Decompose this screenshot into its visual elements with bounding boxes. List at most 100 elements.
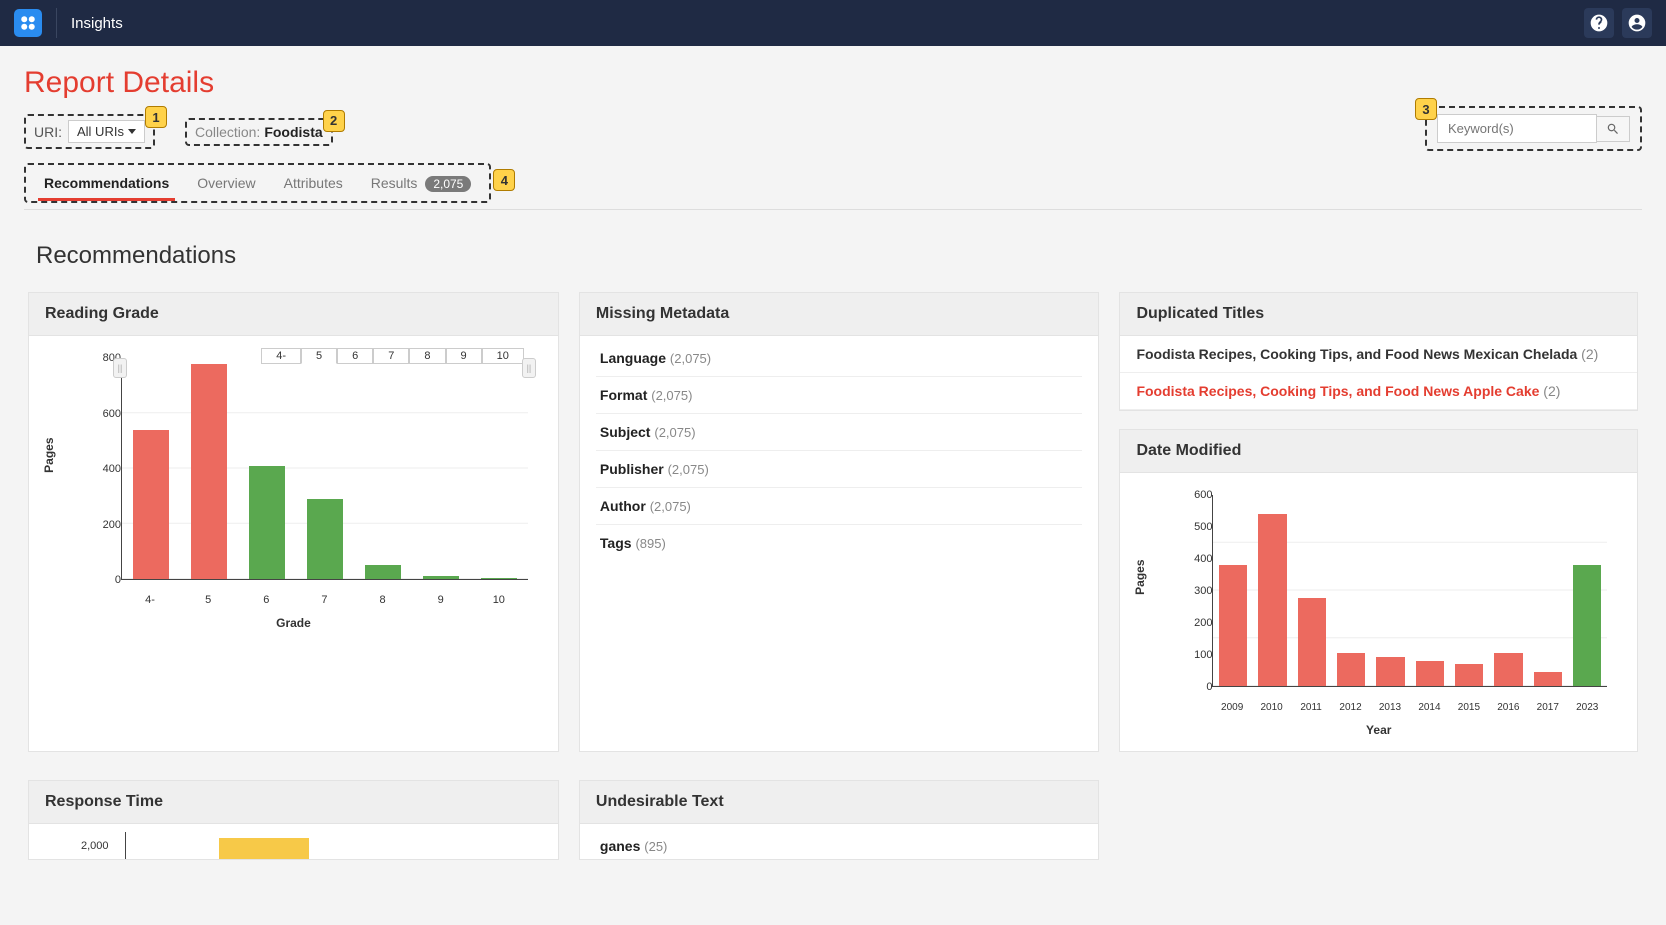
- range-tab[interactable]: 10: [482, 348, 524, 364]
- plot-area: [1212, 495, 1607, 687]
- collection-label: Collection:: [195, 124, 260, 140]
- range-tabs: 4-5678910: [261, 348, 524, 364]
- chart-bar[interactable]: [1455, 664, 1483, 686]
- tab-overview[interactable]: Overview: [183, 167, 269, 199]
- undesirable-list: ganes (25)farenheit (5): [580, 824, 1099, 860]
- right-column: Duplicated Titles Foodista Recipes, Cook…: [1119, 292, 1638, 752]
- section-title: Recommendations: [36, 242, 1642, 270]
- divider: [56, 8, 57, 38]
- tab-results-label: Results: [371, 175, 418, 191]
- y-axis-label: Pages: [1133, 559, 1147, 594]
- uri-filter-box: URI: All URIs 1: [24, 114, 155, 149]
- tab-attributes[interactable]: Attributes: [270, 167, 357, 199]
- metadata-list: Language (2,075)Format (2,075)Subject (2…: [580, 336, 1099, 565]
- card-reading-grade: Reading Grade 4-5678910 || || Pages 0200…: [28, 292, 559, 752]
- metadata-row[interactable]: Author (2,075): [596, 488, 1083, 525]
- search-button[interactable]: [1597, 116, 1630, 142]
- uri-value: All URIs: [77, 124, 124, 139]
- callout-badge-2: 2: [323, 110, 345, 132]
- app-title: Insights: [71, 15, 123, 32]
- callout-badge-4: 4: [493, 169, 515, 191]
- chart-bar[interactable]: [365, 565, 401, 579]
- chart-bar[interactable]: [1534, 672, 1562, 686]
- chart-bar[interactable]: [1337, 653, 1365, 686]
- dup-title-row[interactable]: Foodista Recipes, Cooking Tips, and Food…: [1120, 336, 1637, 373]
- chart-bar[interactable]: [481, 578, 517, 579]
- chart-bar[interactable]: [191, 364, 227, 579]
- x-axis-ticks: 4-5678910: [121, 594, 528, 606]
- app-logo[interactable]: [14, 9, 42, 37]
- dup-title-row[interactable]: Foodista Recipes, Cooking Tips, and Food…: [1120, 373, 1637, 410]
- tab-results[interactable]: Results 2,075: [357, 167, 486, 199]
- chart-bar[interactable]: [1219, 565, 1247, 686]
- uri-select[interactable]: All URIs: [68, 120, 145, 143]
- search-icon: [1606, 122, 1620, 136]
- chart-bar[interactable]: [1376, 657, 1404, 686]
- card-title: Undesirable Text: [580, 781, 1099, 824]
- slider-handle-left[interactable]: ||: [113, 358, 127, 378]
- card-response-time: Response Time 2,000: [28, 780, 559, 860]
- card-title: Reading Grade: [29, 293, 558, 336]
- callout-badge-3: 3: [1415, 98, 1437, 120]
- account-icon[interactable]: [1622, 8, 1652, 38]
- page-body: Report Details URI: All URIs 1 Collectio…: [0, 46, 1666, 860]
- range-tab[interactable]: 8: [409, 348, 445, 364]
- collection-value: Foodista: [264, 124, 322, 140]
- dup-list: Foodista Recipes, Cooking Tips, and Food…: [1120, 336, 1637, 410]
- keyword-search-input[interactable]: [1437, 114, 1597, 143]
- y-axis-label: Pages: [42, 437, 56, 472]
- results-count-pill: 2,075: [425, 176, 471, 192]
- card-duplicated-titles: Duplicated Titles Foodista Recipes, Cook…: [1119, 292, 1638, 411]
- metadata-row[interactable]: Publisher (2,075): [596, 451, 1083, 488]
- metadata-row[interactable]: Language (2,075): [596, 340, 1083, 377]
- chart-bar[interactable]: [307, 499, 343, 579]
- date-modified-chart: Pages 0100200300400500600 20092010201120…: [1136, 487, 1621, 717]
- response-time-bar: [219, 838, 309, 860]
- metadata-row[interactable]: Tags (895): [596, 525, 1083, 561]
- plot-area: [121, 358, 528, 580]
- chart-bar[interactable]: [133, 430, 169, 579]
- page-title: Report Details: [24, 66, 1642, 100]
- chart-bar[interactable]: [1573, 565, 1601, 686]
- card-title: Missing Metadata: [580, 293, 1099, 336]
- range-tab[interactable]: 7: [373, 348, 409, 364]
- help-icon[interactable]: [1584, 8, 1614, 38]
- cards-row-1: Reading Grade 4-5678910 || || Pages 0200…: [24, 292, 1642, 752]
- ytick: 2,000: [81, 840, 109, 852]
- chart-bar[interactable]: [1494, 653, 1522, 686]
- y-axis-ticks: 0100200300400500600: [1172, 495, 1212, 687]
- chevron-down-icon: [128, 129, 136, 134]
- undesirable-row[interactable]: ganes (25): [596, 828, 1083, 860]
- chart-bar[interactable]: [423, 576, 459, 579]
- card-title: Response Time: [29, 781, 558, 824]
- y-axis-ticks: 0200400600800: [81, 358, 121, 580]
- metadata-row[interactable]: Format (2,075): [596, 377, 1083, 414]
- range-tab[interactable]: 5: [301, 348, 337, 364]
- range-tab[interactable]: 6: [337, 348, 373, 364]
- card-missing-metadata: Missing Metadata Language (2,075)Format …: [579, 292, 1100, 752]
- controls-row: URI: All URIs 1 Collection: Foodista 2 3: [24, 114, 1642, 149]
- tabs-wrap: Recommendations Overview Attributes Resu…: [24, 163, 1642, 210]
- metadata-row[interactable]: Subject (2,075): [596, 414, 1083, 451]
- reading-grade-chart: 4-5678910 || || Pages 0200400600800 4-56…: [45, 350, 542, 610]
- chart-bar[interactable]: [1258, 514, 1286, 686]
- slider-handle-right[interactable]: ||: [522, 358, 536, 378]
- uri-label: URI:: [34, 124, 62, 140]
- range-tab[interactable]: 9: [446, 348, 482, 364]
- range-tab[interactable]: 4-: [261, 348, 301, 364]
- collection-box: Collection: Foodista 2: [185, 118, 333, 146]
- cards-row-2: Response Time 2,000 Undesirable Text gan…: [24, 780, 1642, 860]
- tabs: Recommendations Overview Attributes Resu…: [24, 163, 491, 203]
- x-axis-label: Grade: [45, 616, 542, 630]
- topbar: Insights: [0, 0, 1666, 46]
- card-date-modified: Date Modified Pages 0100200300400500600 …: [1119, 429, 1638, 752]
- chart-bar[interactable]: [249, 466, 285, 579]
- divider: [24, 209, 1642, 210]
- callout-badge-1: 1: [145, 106, 167, 128]
- card-title: Date Modified: [1120, 430, 1637, 473]
- chart-bar[interactable]: [1416, 661, 1444, 686]
- search-box-wrap: 3: [1425, 106, 1642, 151]
- x-axis-ticks: 2009201020112012201320142015201620172023: [1212, 702, 1607, 713]
- chart-bar[interactable]: [1298, 598, 1326, 686]
- tab-recommendations[interactable]: Recommendations: [30, 167, 183, 199]
